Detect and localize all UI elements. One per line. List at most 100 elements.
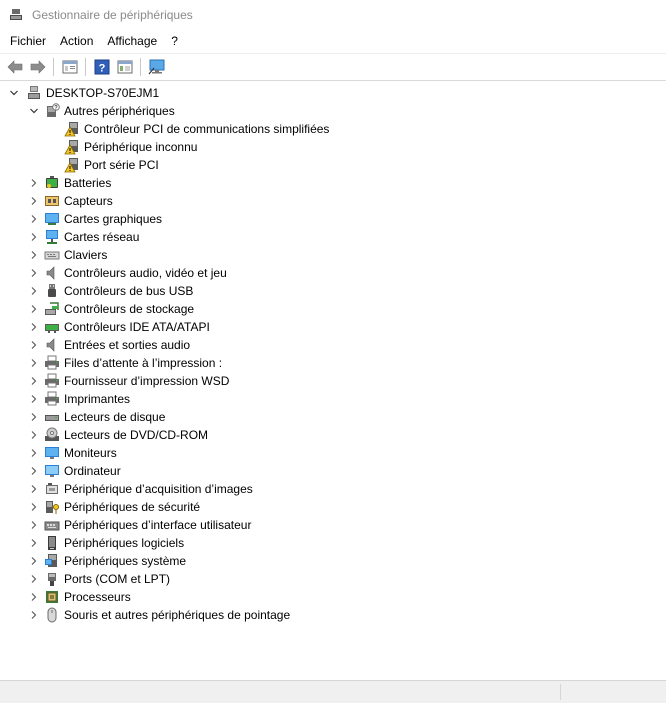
tree-category[interactable]: Contrôleurs de stockage (28, 300, 194, 318)
port-icon (44, 571, 60, 587)
chevron-right-icon[interactable] (28, 192, 40, 210)
unknown-device-icon: ? (44, 103, 60, 119)
category-label: Autres périphériques (64, 104, 175, 118)
console-tree-icon (117, 60, 133, 74)
tree-category[interactable]: Périphériques logiciels (28, 534, 184, 552)
tree-category-autres-peripheriques[interactable]: ? Autres périphériques (28, 102, 175, 120)
tree-device-item[interactable]: Port série PCI (60, 156, 159, 174)
back-button[interactable] (4, 56, 26, 78)
chevron-right-icon[interactable] (28, 264, 40, 282)
chevron-right-icon[interactable] (28, 282, 40, 300)
help-button[interactable]: ? (91, 56, 113, 78)
menu-fichier[interactable]: Fichier (5, 34, 53, 48)
chevron-right-icon[interactable] (28, 372, 40, 390)
tree-category[interactable]: Files d’attente à l’impression : (28, 354, 222, 372)
tree-category[interactable]: Moniteurs (28, 444, 117, 462)
category-label: Contrôleurs de bus USB (64, 284, 194, 298)
properties-button[interactable] (59, 56, 81, 78)
scan-hardware-button[interactable] (146, 56, 168, 78)
chevron-right-icon[interactable] (28, 300, 40, 318)
category-label: Entrées et sorties audio (64, 338, 191, 352)
chevron-right-icon[interactable] (28, 390, 40, 408)
chevron-right-icon[interactable] (28, 480, 40, 498)
chevron-right-icon[interactable] (28, 408, 40, 426)
tree-category[interactable]: Processeurs (28, 588, 131, 606)
tree-category[interactable]: Capteurs (28, 192, 113, 210)
forward-button[interactable] (27, 56, 49, 78)
software-device-icon (44, 535, 60, 551)
category-label: Contrôleurs IDE ATA/ATAPI (64, 320, 210, 334)
chevron-right-icon[interactable] (28, 354, 40, 372)
category-label: Contrôleurs de stockage (64, 302, 195, 316)
tree-category[interactable]: Contrôleurs IDE ATA/ATAPI (28, 318, 210, 336)
computer-icon (26, 85, 42, 101)
category-label: Fournisseur d’impression WSD (64, 374, 230, 388)
processor-icon (44, 589, 60, 605)
chevron-right-icon[interactable] (28, 552, 40, 570)
chevron-right-icon[interactable] (28, 462, 40, 480)
status-pane (560, 684, 561, 700)
category-label: Cartes graphiques (64, 212, 163, 226)
tree-category[interactable]: Souris et autres périphériques de pointa… (28, 606, 290, 624)
status-bar (0, 680, 666, 703)
warning-device-icon (64, 139, 80, 155)
chevron-right-icon[interactable] (28, 588, 40, 606)
tree-root[interactable]: DESKTOP-S70EJM1 (8, 84, 159, 102)
window-title: Gestionnaire de périphériques (32, 8, 193, 22)
tree-category[interactable]: Périphériques de sécurité (28, 498, 200, 516)
tree-category[interactable]: Contrôleurs de bus USB (28, 282, 193, 300)
menu-help[interactable]: ? (166, 34, 185, 48)
printer-icon (44, 391, 60, 407)
chevron-right-icon[interactable] (28, 426, 40, 444)
chevron-right-icon[interactable] (28, 228, 40, 246)
chevron-right-icon[interactable] (28, 246, 40, 264)
tree-category[interactable]: Périphérique d’acquisition d’images (28, 480, 253, 498)
tree-category[interactable]: Ordinateur (28, 462, 121, 480)
chevron-right-icon[interactable] (28, 210, 40, 228)
chevron-right-icon[interactable] (28, 498, 40, 516)
category-label: Souris et autres périphériques de pointa… (64, 608, 291, 622)
tree-device-item[interactable]: Contrôleur PCI de communications simplif… (60, 120, 329, 138)
tree-category[interactable]: Périphériques système (28, 552, 186, 570)
menu-affichage[interactable]: Affichage (102, 34, 164, 48)
tree-category[interactable]: Ports (COM et LPT) (28, 570, 170, 588)
chevron-down-icon[interactable] (8, 84, 20, 102)
tree-category[interactable]: Lecteurs de DVD/CD-ROM (28, 426, 208, 444)
usb-icon (44, 283, 60, 299)
tree-category[interactable]: Entrées et sorties audio (28, 336, 190, 354)
tree-category[interactable]: Lecteurs de disque (28, 408, 165, 426)
tree-category[interactable]: Fournisseur d’impression WSD (28, 372, 229, 390)
keyboard-icon (44, 247, 60, 263)
chevron-right-icon[interactable] (28, 570, 40, 588)
chevron-right-icon[interactable] (28, 516, 40, 534)
menu-action[interactable]: Action (55, 34, 100, 48)
category-label: Périphériques logiciels (64, 536, 185, 550)
chevron-right-icon[interactable] (28, 336, 40, 354)
tree-device-item[interactable]: Périphérique inconnu (60, 138, 197, 156)
toolbar-separator (53, 58, 54, 76)
category-label: Claviers (64, 248, 108, 262)
tree-category[interactable]: Batteries (28, 174, 111, 192)
chevron-right-icon[interactable] (28, 534, 40, 552)
tree-category[interactable]: Périphériques d’interface utilisateur (28, 516, 251, 534)
sensor-icon (44, 193, 60, 209)
console-tree-button[interactable] (114, 56, 136, 78)
tree-category[interactable]: Claviers (28, 246, 107, 264)
category-label: Moniteurs (64, 446, 117, 460)
tree-category[interactable]: Imprimantes (28, 390, 130, 408)
chevron-right-icon[interactable] (28, 174, 40, 192)
battery-icon (44, 175, 60, 191)
category-label: Lecteurs de disque (64, 410, 166, 424)
camera-icon (44, 481, 60, 497)
computer-name: DESKTOP-S70EJM1 (46, 86, 160, 100)
category-label: Capteurs (64, 194, 113, 208)
chevron-right-icon[interactable] (28, 606, 40, 624)
tree-category[interactable]: Cartes graphiques (28, 210, 162, 228)
chevron-right-icon[interactable] (28, 444, 40, 462)
tree-category[interactable]: Cartes réseau (28, 228, 139, 246)
printer-icon (44, 355, 60, 371)
category-label: Batteries (64, 176, 112, 190)
chevron-down-icon[interactable] (28, 102, 40, 120)
chevron-right-icon[interactable] (28, 318, 40, 336)
tree-category[interactable]: Contrôleurs audio, vidéo et jeu (28, 264, 227, 282)
